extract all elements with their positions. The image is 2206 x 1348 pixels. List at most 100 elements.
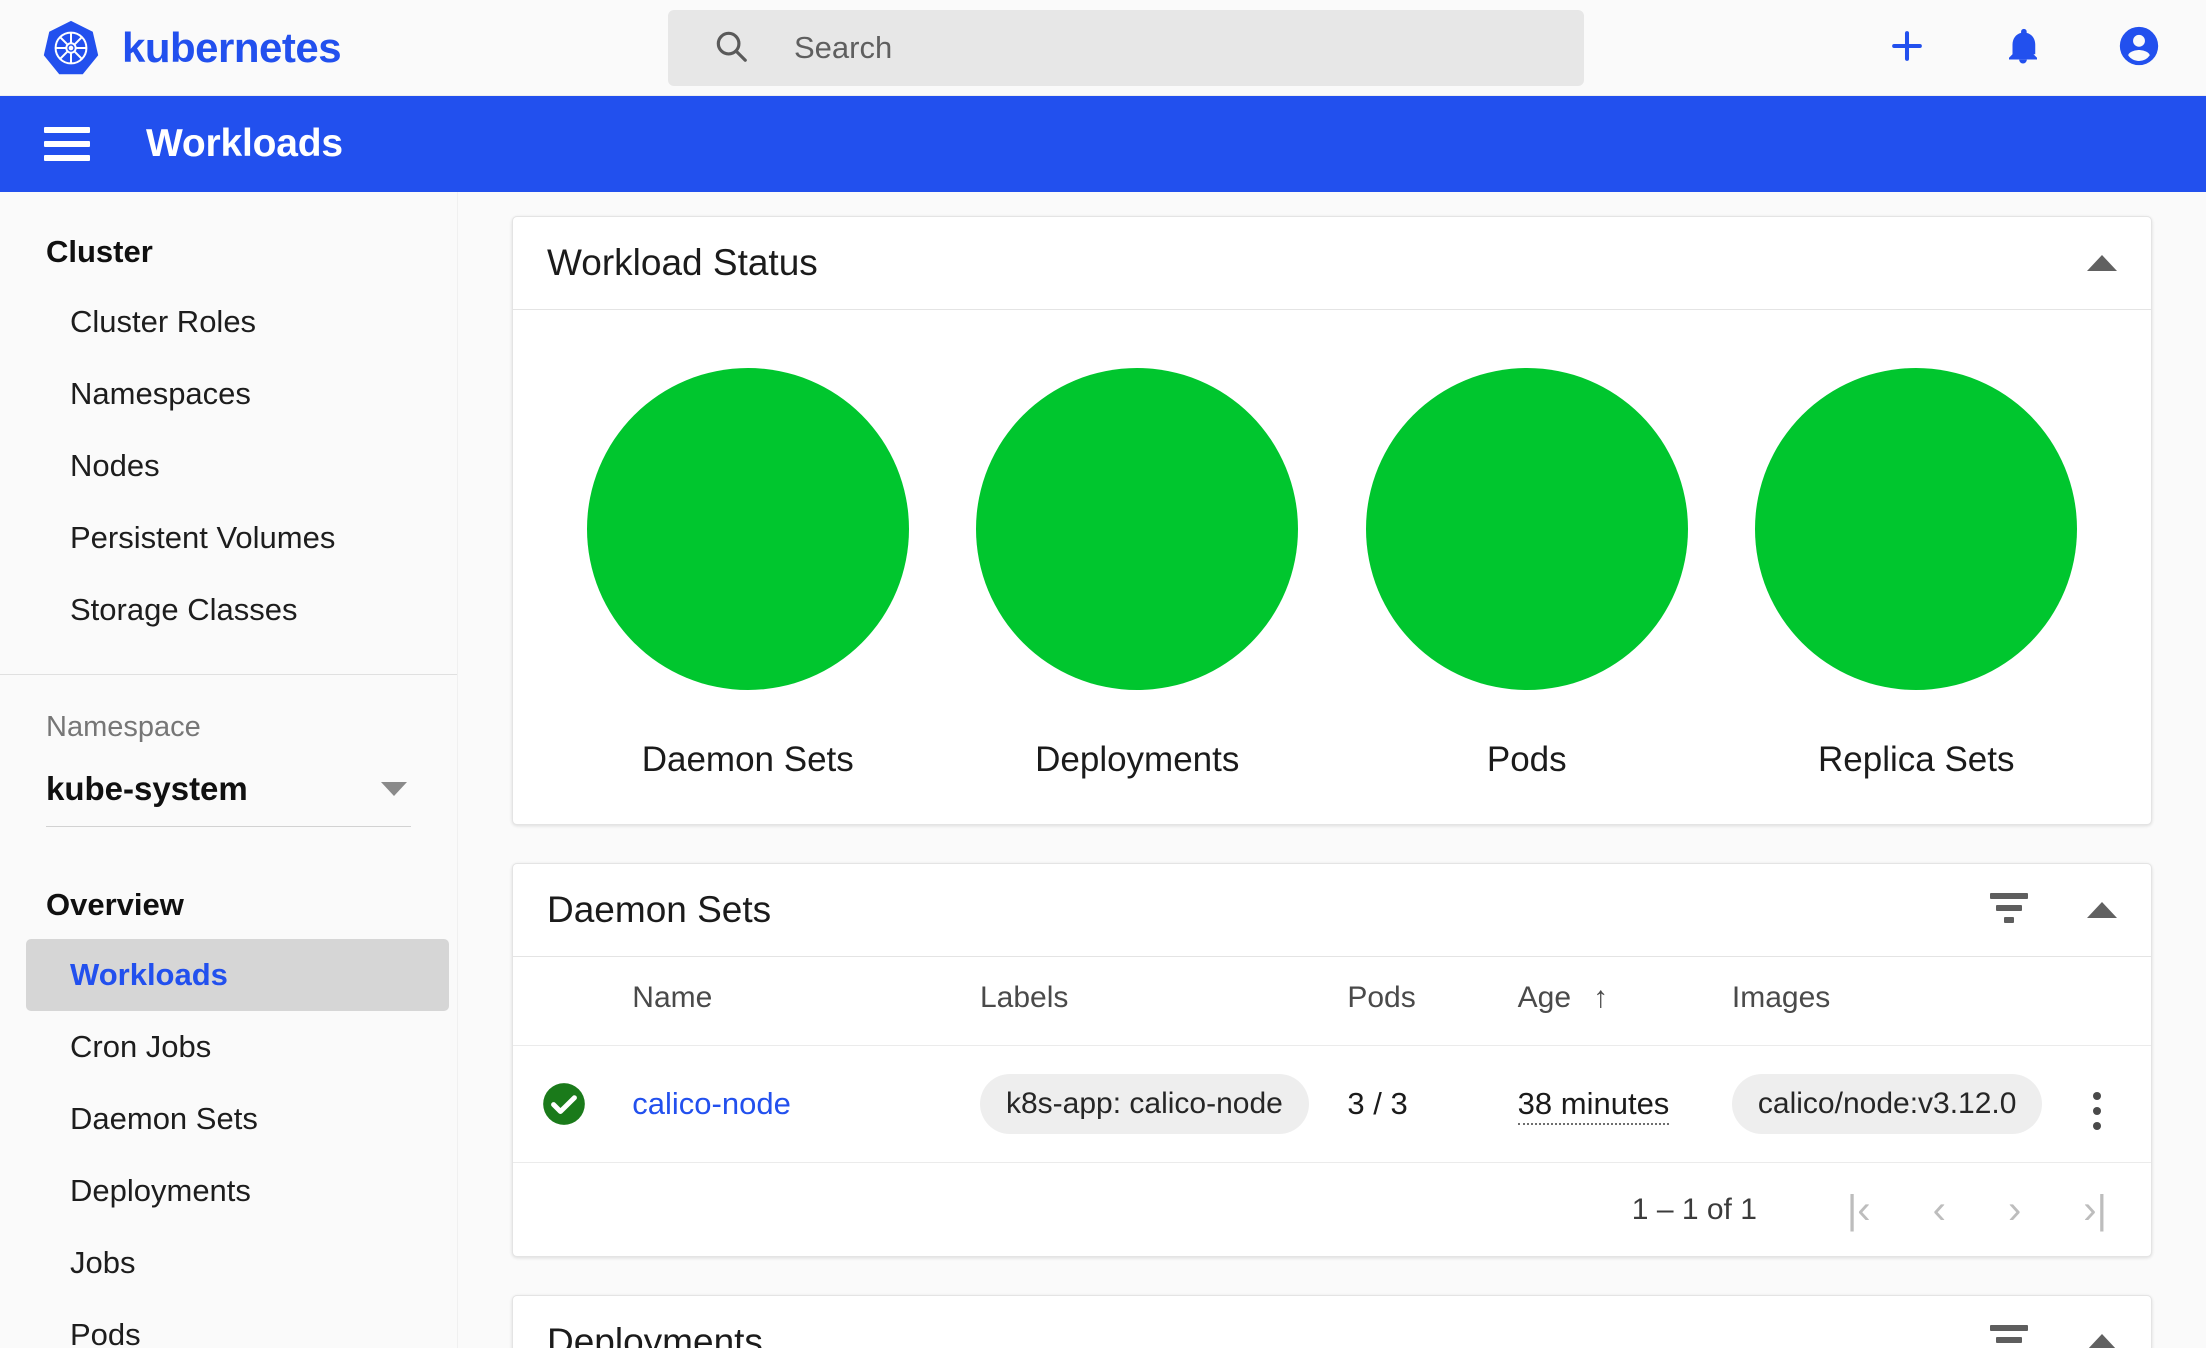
workload-status-card-actions (2087, 255, 2117, 271)
search-icon (712, 27, 750, 70)
chevron-down-icon (381, 782, 407, 796)
page-title: Workloads (146, 122, 343, 165)
deployments-card-header: Deployments (513, 1296, 2151, 1348)
namespace-select[interactable]: kube-system (46, 770, 411, 827)
sidebar-item-storage-classes[interactable]: Storage Classes (0, 574, 457, 646)
brand-name: kubernetes (122, 23, 342, 71)
daemon-sets-card: Daemon Sets Name Labels Pods Age ↑ Image… (512, 863, 2152, 1257)
deployments-card: Deployments (512, 1295, 2152, 1348)
column-age-sort[interactable]: Age ↑ (1518, 981, 1608, 1015)
column-labels[interactable]: Labels (980, 956, 1348, 1046)
bell-icon (2002, 25, 2044, 70)
table-header-row: Name Labels Pods Age ↑ Images (513, 956, 2151, 1046)
workload-status-card-header: Workload Status (513, 217, 2151, 309)
status-chart-daemon-sets[interactable]: Daemon Sets (553, 368, 943, 780)
status-label: Deployments (1035, 740, 1240, 779)
sidebar-heading-overview: Overview (46, 887, 184, 922)
daemon-sets-title: Daemon Sets (547, 889, 772, 930)
last-page-button[interactable]: ›| (2083, 1190, 2107, 1230)
search-bar[interactable] (668, 10, 1584, 86)
column-status (513, 956, 633, 1046)
sidebar-item-daemon-sets[interactable]: Daemon Sets (0, 1083, 457, 1155)
pagination-range: 1 – 1 of 1 (1631, 1192, 1757, 1226)
sidebar-item-cron-jobs[interactable]: Cron Jobs (0, 1011, 457, 1083)
row-images: calico/node:v3.12.0 (1731, 1045, 2043, 1162)
sidebar-item-jobs[interactable]: Jobs (0, 1227, 457, 1299)
daemon-set-name-link[interactable]: calico-node (632, 1086, 791, 1121)
previous-page-button[interactable]: ‹ (1933, 1190, 1946, 1230)
status-label: Daemon Sets (641, 740, 854, 779)
namespace-value: kube-system (46, 770, 248, 807)
chevron-up-icon[interactable] (2087, 255, 2117, 271)
column-age-label: Age (1517, 981, 1572, 1014)
column-pods[interactable]: Pods (1347, 956, 1518, 1046)
row-name: calico-node (632, 1045, 980, 1162)
sidebar-heading-cluster: Cluster (46, 234, 153, 269)
main-content: Workload Status Daemon Sets Deployments … (458, 192, 2206, 1348)
account-button[interactable] (2116, 25, 2162, 71)
chevron-up-icon[interactable] (2087, 1334, 2117, 1348)
kubernetes-helm-logo-icon (42, 19, 100, 77)
sidebar-item-pods[interactable]: Pods (0, 1299, 457, 1348)
status-circle (586, 368, 909, 690)
workload-status-charts: Daemon Sets Deployments Pods Replica Set… (513, 309, 2151, 824)
column-name[interactable]: Name (632, 956, 980, 1046)
row-pods: 3 / 3 (1347, 1045, 1518, 1162)
filter-icon[interactable] (1989, 1325, 2029, 1348)
daemon-sets-card-header: Daemon Sets (513, 864, 2151, 956)
column-images[interactable]: Images (1731, 956, 2043, 1046)
sidebar-item-namespaces[interactable]: Namespaces (0, 358, 457, 430)
filter-icon[interactable] (1989, 893, 2029, 927)
sidebar-item-cluster-roles[interactable]: Cluster Roles (0, 286, 457, 358)
brand[interactable]: kubernetes (42, 19, 342, 77)
more-vert-icon[interactable] (2087, 1086, 2107, 1136)
table-row[interactable]: calico-node k8s-app: calico-node 3 / 3 3… (513, 1045, 2151, 1162)
age-value[interactable]: 38 minutes (1517, 1086, 1670, 1125)
check-circle-icon (539, 1079, 632, 1129)
row-age: 38 minutes (1517, 1045, 1732, 1162)
namespace-selector-block: Namespace kube-system (0, 675, 457, 827)
plus-icon (1885, 24, 1929, 71)
workload-status-card: Workload Status Daemon Sets Deployments … (512, 216, 2152, 825)
hamburger-menu-icon[interactable] (44, 127, 90, 161)
page-body: Cluster Cluster Roles Namespaces Nodes P… (0, 192, 2206, 1348)
search-input[interactable] (794, 30, 1584, 66)
top-actions (1884, 25, 2162, 71)
status-circle (1365, 368, 1688, 690)
status-label: Pods (1486, 740, 1567, 779)
sidebar-item-workloads[interactable]: Workloads (26, 939, 449, 1011)
table-body: calico-node k8s-app: calico-node 3 / 3 3… (513, 1045, 2151, 1162)
sidebar: Cluster Cluster Roles Namespaces Nodes P… (0, 192, 458, 1348)
deployments-title: Deployments (547, 1321, 763, 1348)
status-chart-replica-sets[interactable]: Replica Sets (1722, 368, 2112, 780)
chevron-up-icon[interactable] (2087, 902, 2117, 918)
namespace-label: Namespace (46, 711, 201, 743)
first-page-button[interactable]: |‹ (1847, 1190, 1871, 1230)
daemon-sets-table: Name Labels Pods Age ↑ Images calico-nod… (513, 956, 2151, 1162)
status-circle (1755, 368, 2078, 690)
page-toolbar: Workloads (0, 96, 2206, 192)
sidebar-item-deployments[interactable]: Deployments (0, 1155, 457, 1227)
sidebar-item-nodes[interactable]: Nodes (0, 430, 457, 502)
sidebar-item-persistent-volumes[interactable]: Persistent Volumes (0, 502, 457, 574)
notifications-button[interactable] (2000, 25, 2046, 71)
table-header: Name Labels Pods Age ↑ Images (513, 956, 2151, 1046)
row-labels: k8s-app: calico-node (980, 1045, 1348, 1162)
status-circle (976, 368, 1299, 690)
top-bar: kubernetes (0, 0, 2206, 96)
daemon-sets-card-actions (1989, 893, 2117, 927)
status-label: Replica Sets (1818, 740, 2015, 779)
status-chart-deployments[interactable]: Deployments (943, 368, 1333, 780)
deployments-card-actions (1989, 1325, 2117, 1348)
label-chip[interactable]: k8s-app: calico-node (980, 1074, 1309, 1134)
column-age[interactable]: Age ↑ (1517, 956, 1732, 1046)
next-page-button[interactable]: › (2008, 1190, 2021, 1230)
row-status (513, 1045, 633, 1162)
image-chip[interactable]: calico/node:v3.12.0 (1731, 1074, 2043, 1134)
status-chart-pods[interactable]: Pods (1332, 368, 1722, 780)
column-actions (2042, 956, 2151, 1046)
workload-status-title: Workload Status (547, 242, 818, 283)
row-actions (2042, 1045, 2151, 1162)
sort-ascending-icon: ↑ (1593, 981, 1609, 1014)
create-button[interactable] (1884, 25, 1930, 71)
